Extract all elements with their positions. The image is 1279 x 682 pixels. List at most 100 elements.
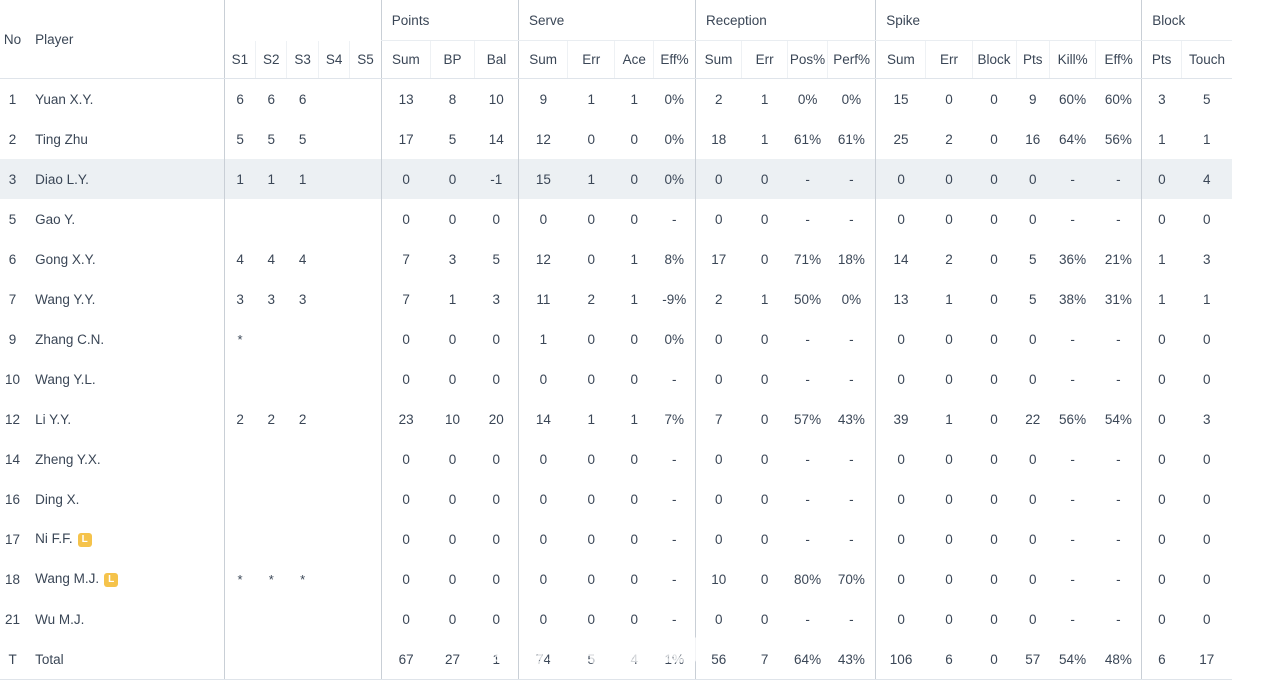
cell-pospct: - <box>805 371 810 387</box>
cell-bal: 0 <box>492 571 500 587</box>
header-spike-pts: Pts <box>1015 40 1050 79</box>
cell-effpct: - <box>672 451 677 467</box>
cell-err: 0 <box>760 571 769 587</box>
table-row[interactable]: 6 Gong X.Y. 4 4 4 7 3 5 12 0 1 8% 17 0 71% 18% 14 2 0 5 36% 2… <box>0 239 1232 279</box>
cell-pts: 9 <box>1029 91 1037 107</box>
cell-s2 <box>256 599 287 639</box>
cell-block: 0 <box>990 531 998 547</box>
cell-bp: 0 <box>448 611 457 627</box>
cell-pts: 0 <box>1016 159 1050 199</box>
cell-s5 <box>350 239 381 279</box>
header-group-points: Points <box>380 0 519 41</box>
cell-err: 0 <box>587 531 596 547</box>
cell-err: 0 <box>945 451 953 467</box>
cell-pts: 0 <box>1029 371 1037 387</box>
table-row-total[interactable]: T Total 67 27 1 74 5 4 1% 56 7 64% 43% 106 6 0 57 54% 48% 6… <box>0 639 1232 680</box>
header-reception-err: Err <box>741 40 788 79</box>
header-serve-sum: Sum <box>517 40 568 79</box>
cell-s4 <box>318 159 350 199</box>
cell-pts: 0 <box>1029 611 1037 627</box>
cell-sum: 106 <box>875 639 926 680</box>
header-spike-err: Err <box>925 40 973 79</box>
cell-s4 <box>318 239 349 279</box>
cell-sum: 0 <box>517 479 568 519</box>
table-row[interactable]: 2 Ting Zhu 5 5 5 17 5 14 12 0 0 0% 18 1 61% 61% 25 2 0 16 64… <box>0 119 1232 159</box>
cell-touch: 0 <box>1203 211 1211 227</box>
cell-perfpct: 43% <box>827 639 876 680</box>
cell-bal: 3 <box>492 291 500 307</box>
cell-sum: 0 <box>517 599 568 639</box>
cell-pts: 5 <box>1029 251 1037 267</box>
table-header: No Player Points Serve Reception Spike B… <box>0 0 1232 79</box>
cell-killpct: 64% <box>1059 131 1087 147</box>
cell-pts: 0 <box>1141 479 1182 519</box>
cell-s2: 3 <box>267 291 276 307</box>
cell-err: 0 <box>945 491 953 507</box>
cell-killpct: 54% <box>1049 639 1096 680</box>
cell-s1 <box>223 199 256 239</box>
cell-touch: 0 <box>1203 371 1211 387</box>
cell-effpct: - <box>1116 571 1121 587</box>
table-row[interactable]: 18 Wang M.J. L * * * 0 0 0 0 0 0 - 10 0 80% 70% 0 0 0 0 - - 0 0 <box>0 559 1232 599</box>
header-block-pts: Pts <box>1141 40 1182 79</box>
cell-no: 10 <box>5 371 21 387</box>
table-row[interactable]: 17 Ni F.F. L 0 0 0 0 0 0 - 0 0 - - 0 0 0 0 - - 0 0 <box>0 519 1232 559</box>
player-stats-panel: No Player Points Serve Reception Spike B… <box>0 0 1232 680</box>
cell-err: 0 <box>587 451 596 467</box>
cell-pts: 0 <box>1141 359 1182 399</box>
player-name: Ting Zhu <box>35 131 88 147</box>
cell-sum: 15 <box>875 78 926 119</box>
cell-err: 0 <box>760 491 769 507</box>
table-row[interactable]: 14 Zheng Y.X. 0 0 0 0 0 0 - 0 0 - - 0 0 0 0 - - 0 0 <box>0 439 1232 479</box>
table-row[interactable]: 7 Wang Y.Y. 3 3 3 7 1 3 11 2 1 -9% 2 1 50% 0% 13 1 0 5 38% 31… <box>0 279 1232 319</box>
cell-sum: 1 <box>517 319 568 359</box>
cell-player: Gao Y. <box>25 199 224 239</box>
cell-sum: 0 <box>875 199 926 239</box>
cell-sum: 0 <box>695 479 742 519</box>
cell-s1: * <box>223 319 256 359</box>
cell-player: Wu M.J. <box>25 599 224 639</box>
cell-err: 0 <box>587 491 596 507</box>
player-name: Ni F.F. <box>35 531 73 546</box>
cell-player: Ting Zhu <box>25 119 224 159</box>
player-name: Ding X. <box>35 491 80 507</box>
cell-sum: 2 <box>695 279 742 319</box>
cell-pospct: 0% <box>797 91 818 107</box>
cell-no: 14 <box>5 451 21 467</box>
cell-sum: 0 <box>517 439 568 479</box>
cell-sum: 11 <box>517 279 568 319</box>
cell-sum: 56 <box>695 639 742 680</box>
cell-touch: 3 <box>1203 411 1211 427</box>
cell-s3: 6 <box>298 91 307 107</box>
cell-err: 0 <box>945 91 953 107</box>
header-group-row: No Player Points Serve Reception Spike B… <box>0 0 1232 79</box>
table-row[interactable]: 10 Wang Y.L. 0 0 0 0 0 0 - 0 0 - - 0 0 0 0 - - 0 0 <box>0 359 1232 399</box>
table-row[interactable]: 16 Ding X. 0 0 0 0 0 0 - 0 0 - - 0 0 0 0 - - 0 0 <box>0 479 1232 519</box>
cell-err: 2 <box>945 251 953 267</box>
cell-s1: 3 <box>223 279 256 319</box>
cell-s4 <box>318 119 349 159</box>
table-row[interactable]: 21 Wu M.J. 0 0 0 0 0 0 - 0 0 - - 0 0 0 0 - - 0 0 <box>0 599 1232 639</box>
cell-no: 21 <box>5 611 21 627</box>
table-row[interactable]: 3 Diao L.Y. 1 1 1 0 0 -1 15 1 0 0% 0 0- -0 0 0 0- -0 4 <box>0 159 1232 199</box>
cell-sum: 0 <box>517 199 568 239</box>
header-spike-sum: Sum <box>875 40 926 79</box>
header-spike-eff: Eff% <box>1095 40 1142 79</box>
cell-effpct: - <box>672 531 677 547</box>
cell-killpct: - <box>1070 531 1075 547</box>
cell-sum: 7 <box>695 399 742 439</box>
cell-perfpct: 70% <box>837 571 865 587</box>
table-row[interactable]: 12 Li Y.Y. 2 2 2 23 10 20 14 1 1 7% 7 0 57% 43% 39 1 0 22 56… <box>0 399 1232 439</box>
table-row[interactable]: 1 Yuan X.Y. 6 6 6 13 8 10 9 1 1 0% 2 1 0% 0% 15 0 0 9 60% 60%… <box>0 78 1232 119</box>
cell-effpct: - <box>1116 331 1121 347</box>
table-row[interactable]: 5 Gao Y. 0 0 0 0 0 0 - 0 0 - - 0 0 0 0 - - 0 0 <box>0 199 1232 239</box>
header-reception-sum: Sum <box>695 40 742 79</box>
cell-pospct: 80% <box>794 571 822 587</box>
cell-sum: 12 <box>517 119 568 159</box>
table-row[interactable]: 9 Zhang C.N. * 0 0 0 1 0 0 0% 0 0 - - 0 0 0 0 - - 0 0 <box>0 319 1232 359</box>
cell-bp: 0 <box>448 331 457 347</box>
cell-no: 7 <box>8 291 17 307</box>
cell-block: 0 <box>990 371 998 387</box>
cell-s3: 3 <box>298 291 307 307</box>
cell-s2 <box>256 359 287 399</box>
